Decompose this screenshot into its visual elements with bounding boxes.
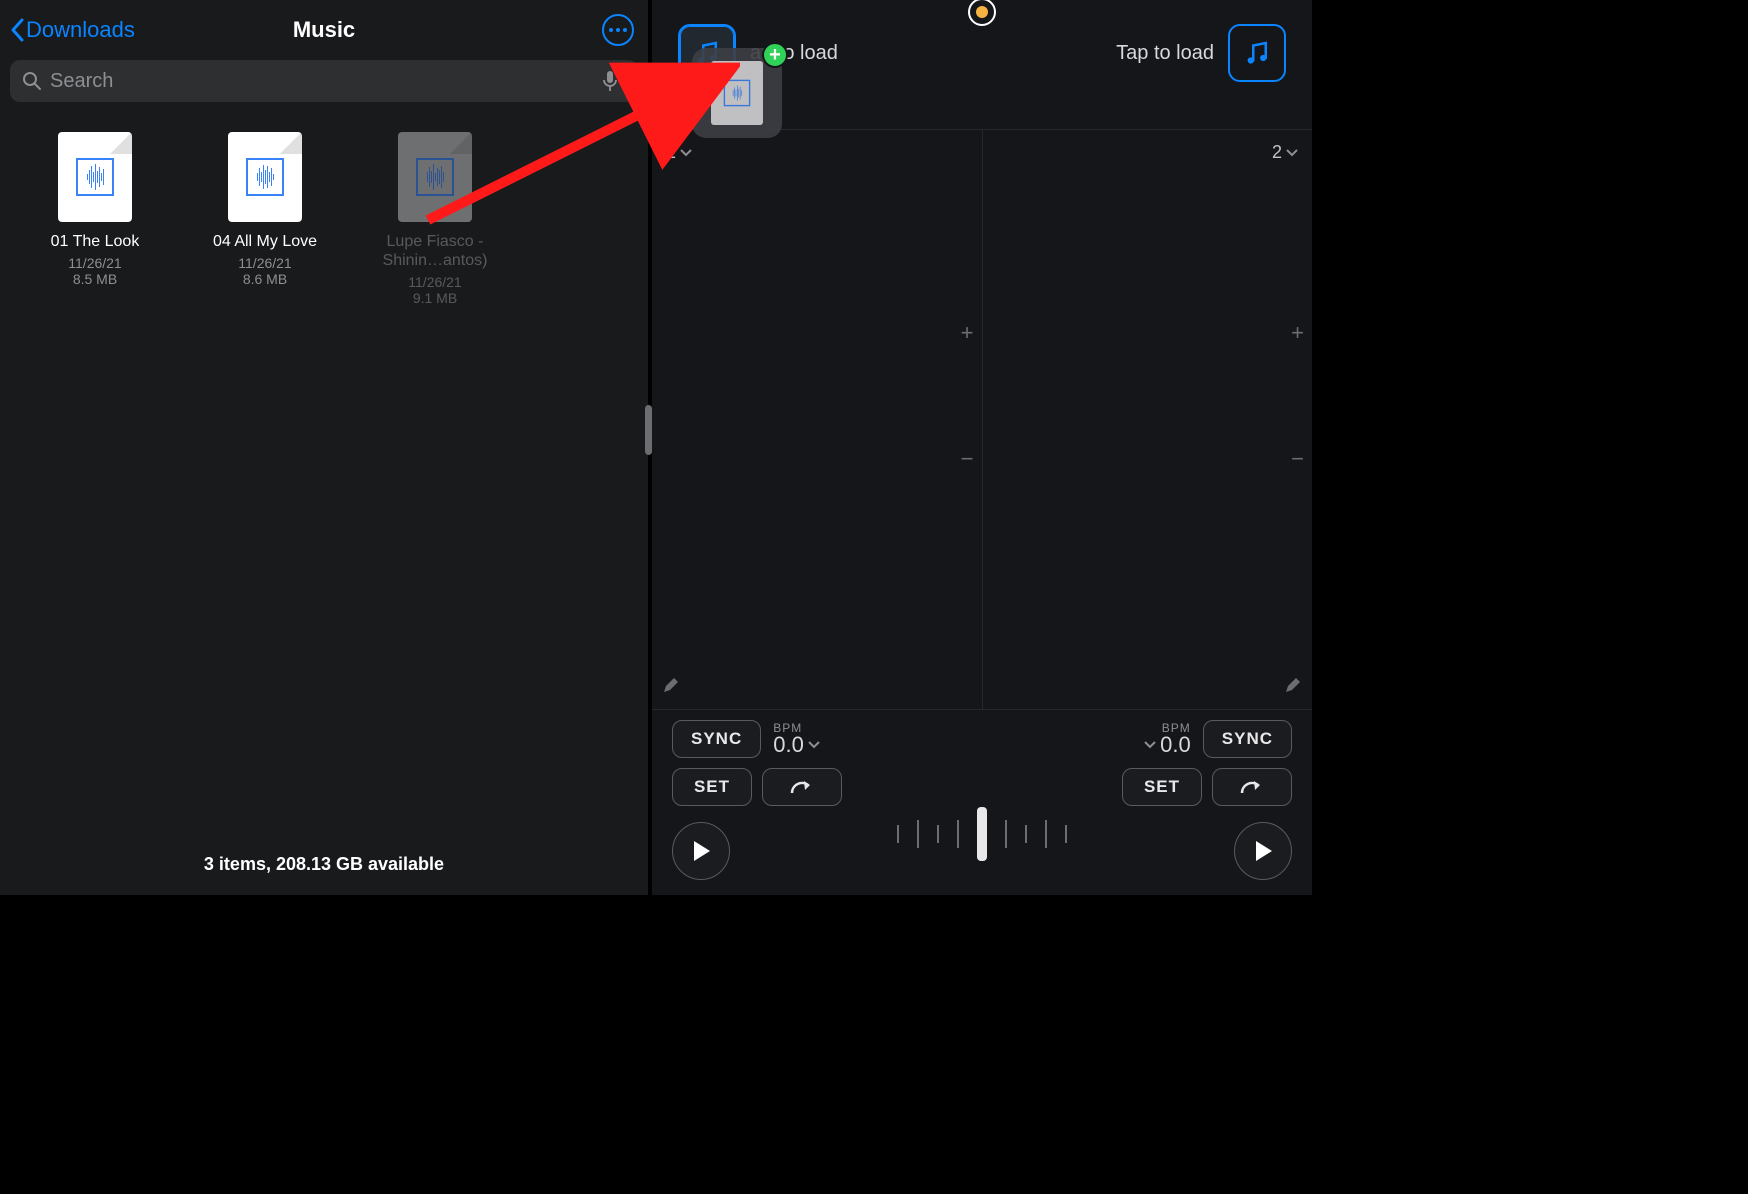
nav-bar: Downloads Music <box>0 0 648 60</box>
deck-b-sync-button[interactable]: SYNC <box>1203 720 1292 758</box>
audio-file-icon <box>228 132 302 222</box>
back-button[interactable]: Downloads <box>10 17 135 43</box>
deck-b-load-label: Tap to load <box>1116 42 1214 65</box>
back-label: Downloads <box>26 17 135 43</box>
search-row: Search <box>0 60 648 112</box>
search-icon <box>22 71 42 91</box>
add-cue-button[interactable]: + <box>961 320 974 346</box>
deck-b-load-cell: Tap to load <box>1116 24 1286 82</box>
deck-b-bpm[interactable]: BPM 0.0 <box>1144 722 1191 756</box>
deck-a-selector[interactable]: 1 <box>666 142 968 163</box>
deck-b-controls: SYNC BPM 0.0 SET <box>1112 720 1292 880</box>
file-item-dragging[interactable]: Lupe Fiasco - Shinin…antos) 11/26/21 9.1… <box>360 132 510 306</box>
crossfader-tick <box>1005 820 1007 848</box>
deck-b-play-button[interactable] <box>1234 822 1292 880</box>
audio-file-icon <box>58 132 132 222</box>
pencil-icon <box>662 676 680 694</box>
file-name: 01 The Look <box>51 232 140 251</box>
folder-footer: 3 items, 208.13 GB available <box>0 834 648 895</box>
deck-a-cue-buttons: + − <box>961 320 974 472</box>
crossfader-tick <box>897 825 899 843</box>
deck-a-jump-button[interactable] <box>762 768 842 806</box>
file-size: 9.1 MB <box>413 290 457 306</box>
deck-b-bpm-value: 0.0 <box>1160 734 1191 756</box>
deck-a-bpm[interactable]: BPM 0.0 <box>773 722 820 756</box>
more-button[interactable] <box>602 14 634 46</box>
deck-b-selector[interactable]: 2 <box>997 142 1299 163</box>
crossfader-tick <box>1065 825 1067 843</box>
search-input[interactable]: Search <box>10 60 638 102</box>
ellipsis-icon <box>609 28 627 32</box>
crossfader-tick <box>917 820 919 848</box>
crossfader-tick <box>1025 825 1027 843</box>
deck-b-jump-button[interactable] <box>1212 768 1292 806</box>
deck-a-number: 1 <box>666 142 676 163</box>
chevron-down-icon <box>1144 740 1156 750</box>
music-note-icon <box>1242 38 1272 68</box>
file-date: 11/26/21 <box>408 274 461 290</box>
deck-a-load-button[interactable]: + <box>678 24 736 82</box>
jump-forward-icon <box>1240 779 1264 795</box>
play-icon <box>1253 840 1273 862</box>
deck-a-load-cell: + ap to load <box>678 24 838 82</box>
chevron-left-icon <box>10 18 24 42</box>
audio-file-icon <box>711 61 763 125</box>
add-cue-button[interactable]: + <box>1291 320 1304 346</box>
deck-a-sync-button[interactable]: SYNC <box>672 720 761 758</box>
file-name: 04 All My Love <box>213 232 317 251</box>
file-date: 11/26/21 <box>68 255 121 271</box>
crossfader[interactable] <box>897 807 1067 861</box>
deck-b-number: 2 <box>1272 142 1282 163</box>
file-size: 8.5 MB <box>73 271 117 287</box>
files-panel: Downloads Music Search 01 The Look 11/26… <box>0 0 650 895</box>
plus-badge-icon: + <box>762 42 788 68</box>
remove-cue-button[interactable]: − <box>1291 446 1304 472</box>
search-placeholder: Search <box>50 70 602 93</box>
chevron-down-icon <box>680 148 692 158</box>
file-date: 11/26/21 <box>238 255 291 271</box>
controls-row: SYNC BPM 0.0 SET SYNC BPM <box>652 710 1312 895</box>
pencil-icon <box>1284 676 1302 694</box>
jump-forward-icon <box>790 779 814 795</box>
crossfader-knob[interactable] <box>977 807 987 861</box>
deck-b-set-button[interactable]: SET <box>1122 768 1202 806</box>
split-view-handle[interactable] <box>645 405 652 455</box>
audio-file-icon <box>398 132 472 222</box>
deck-a-set-button[interactable]: SET <box>672 768 752 806</box>
chevron-down-icon <box>1286 148 1298 158</box>
drag-preview: + <box>692 48 782 138</box>
crossfader-tick <box>957 820 959 848</box>
file-name: Lupe Fiasco - Shinin…antos) <box>360 232 510 270</box>
file-grid: 01 The Look 11/26/21 8.5 MB 04 All My Lo… <box>0 112 648 834</box>
crossfader-tick <box>937 825 939 843</box>
file-size: 8.6 MB <box>243 271 287 287</box>
decks-row: 1 + − 2 + − <box>652 130 1312 710</box>
deck-b-cue-buttons: + − <box>1291 320 1304 472</box>
folder-title: Music <box>293 17 355 43</box>
deck-a-edit-button[interactable] <box>662 676 680 699</box>
dj-panel: + ap to load Tap to load 1 + − <box>650 0 1312 895</box>
deck-b-edit-button[interactable] <box>1284 676 1302 699</box>
deck-a-play-button[interactable] <box>672 822 730 880</box>
microphone-icon[interactable] <box>602 70 618 92</box>
file-item[interactable]: 04 All My Love 11/26/21 8.6 MB <box>190 132 340 306</box>
play-icon <box>691 840 711 862</box>
deck-a-bpm-value: 0.0 <box>773 734 804 756</box>
chevron-down-icon <box>808 740 820 750</box>
file-item[interactable]: 01 The Look 11/26/21 8.5 MB <box>20 132 170 306</box>
deck-b-waveform[interactable]: 2 + − <box>982 130 1313 709</box>
deck-a-waveform[interactable]: 1 + − <box>652 130 982 709</box>
deck-a-controls: SYNC BPM 0.0 SET <box>672 720 852 880</box>
deck-b-load-button[interactable] <box>1228 24 1286 82</box>
remove-cue-button[interactable]: − <box>961 446 974 472</box>
crossfader-tick <box>1045 820 1047 848</box>
